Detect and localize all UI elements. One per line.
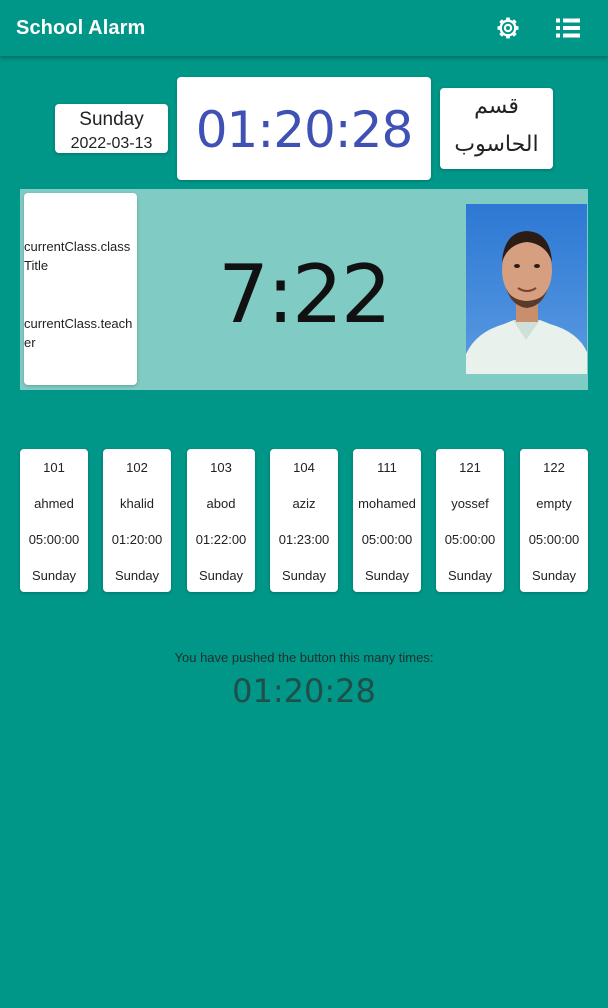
teacher-photo [466, 204, 587, 374]
date-card: Sunday 2022-03-13 [55, 104, 168, 153]
schedule-room: 101 [43, 460, 65, 475]
schedule-time: 01:22:00 [195, 532, 247, 547]
department-label: قسم [474, 94, 519, 119]
clock-time: 01:20:28 [195, 101, 414, 159]
menu-button[interactable] [554, 14, 582, 42]
schedule-card[interactable]: 104 aziz 01:23:00 Sunday [270, 449, 338, 592]
schedule-day: Sunday [364, 568, 410, 583]
schedule-day: Sunday [281, 568, 327, 583]
schedule-day: Sunday [114, 568, 160, 583]
schedule-time: 01:23:00 [278, 532, 330, 547]
current-class-panel: currentClass.classTitle currentClass.tea… [20, 189, 588, 390]
schedule-teacher: yossef [451, 496, 489, 511]
app-bar: School Alarm [0, 0, 608, 56]
clock-card: 01:20:28 [177, 77, 431, 180]
schedule-teacher: abod [206, 496, 236, 511]
push-count-label: You have pushed the button this many tim… [174, 650, 434, 665]
schedule-card[interactable]: 121 yossef 05:00:00 Sunday [436, 449, 504, 592]
schedule-time: 05:00:00 [361, 532, 413, 547]
schedule-time: 01:20:00 [111, 532, 163, 547]
schedule-room: 104 [293, 460, 315, 475]
schedule-card[interactable]: 101 ahmed 05:00:00 Sunday [20, 449, 88, 592]
schedule-time: 05:00:00 [444, 532, 496, 547]
schedule-room: 121 [459, 460, 481, 475]
class-title: currentClass.classTitle [24, 239, 131, 273]
day-name: Sunday [79, 109, 144, 130]
schedule-time: 05:00:00 [28, 532, 80, 547]
schedule-room: 122 [543, 460, 565, 475]
schedule-teacher: aziz [292, 496, 316, 511]
schedule-teacher: ahmed [34, 496, 74, 511]
schedule-room: 102 [126, 460, 148, 475]
department-name: الحاسوب [454, 132, 539, 157]
teacher-photo-image [466, 204, 587, 374]
department-card: قسم الحاسوب [440, 88, 553, 169]
schedule-card[interactable]: 102 khalid 01:20:00 Sunday [103, 449, 171, 592]
schedule-card[interactable]: 122 empty 05:00:00 Sunday [520, 449, 588, 592]
countdown-timer: 7:22 [218, 248, 392, 341]
class-teacher: currentClass.teacher [24, 316, 133, 350]
push-count-value: 01:20:28 [232, 672, 376, 710]
schedule-time: 05:00:00 [528, 532, 580, 547]
schedule-day: Sunday [31, 568, 77, 583]
schedule-teacher: mohamed [358, 496, 416, 511]
schedule-room: 111 [377, 460, 397, 475]
schedule-day: Sunday [198, 568, 244, 583]
schedule-room: 103 [210, 460, 232, 475]
schedule-teacher: khalid [120, 496, 154, 511]
gear-icon [497, 17, 519, 39]
date-text: 2022-03-13 [70, 135, 153, 152]
schedule-card[interactable]: 111 mohamed 05:00:00 Sunday [353, 449, 421, 592]
schedule-day: Sunday [447, 568, 493, 583]
schedule-teacher: empty [536, 496, 572, 511]
settings-button[interactable] [494, 14, 522, 42]
app-title: School Alarm [16, 17, 146, 39]
list-icon [556, 18, 580, 38]
schedule-day: Sunday [531, 568, 577, 583]
schedule-card[interactable]: 103 abod 01:22:00 Sunday [187, 449, 255, 592]
class-info-card: currentClass.classTitle currentClass.tea… [24, 193, 137, 385]
